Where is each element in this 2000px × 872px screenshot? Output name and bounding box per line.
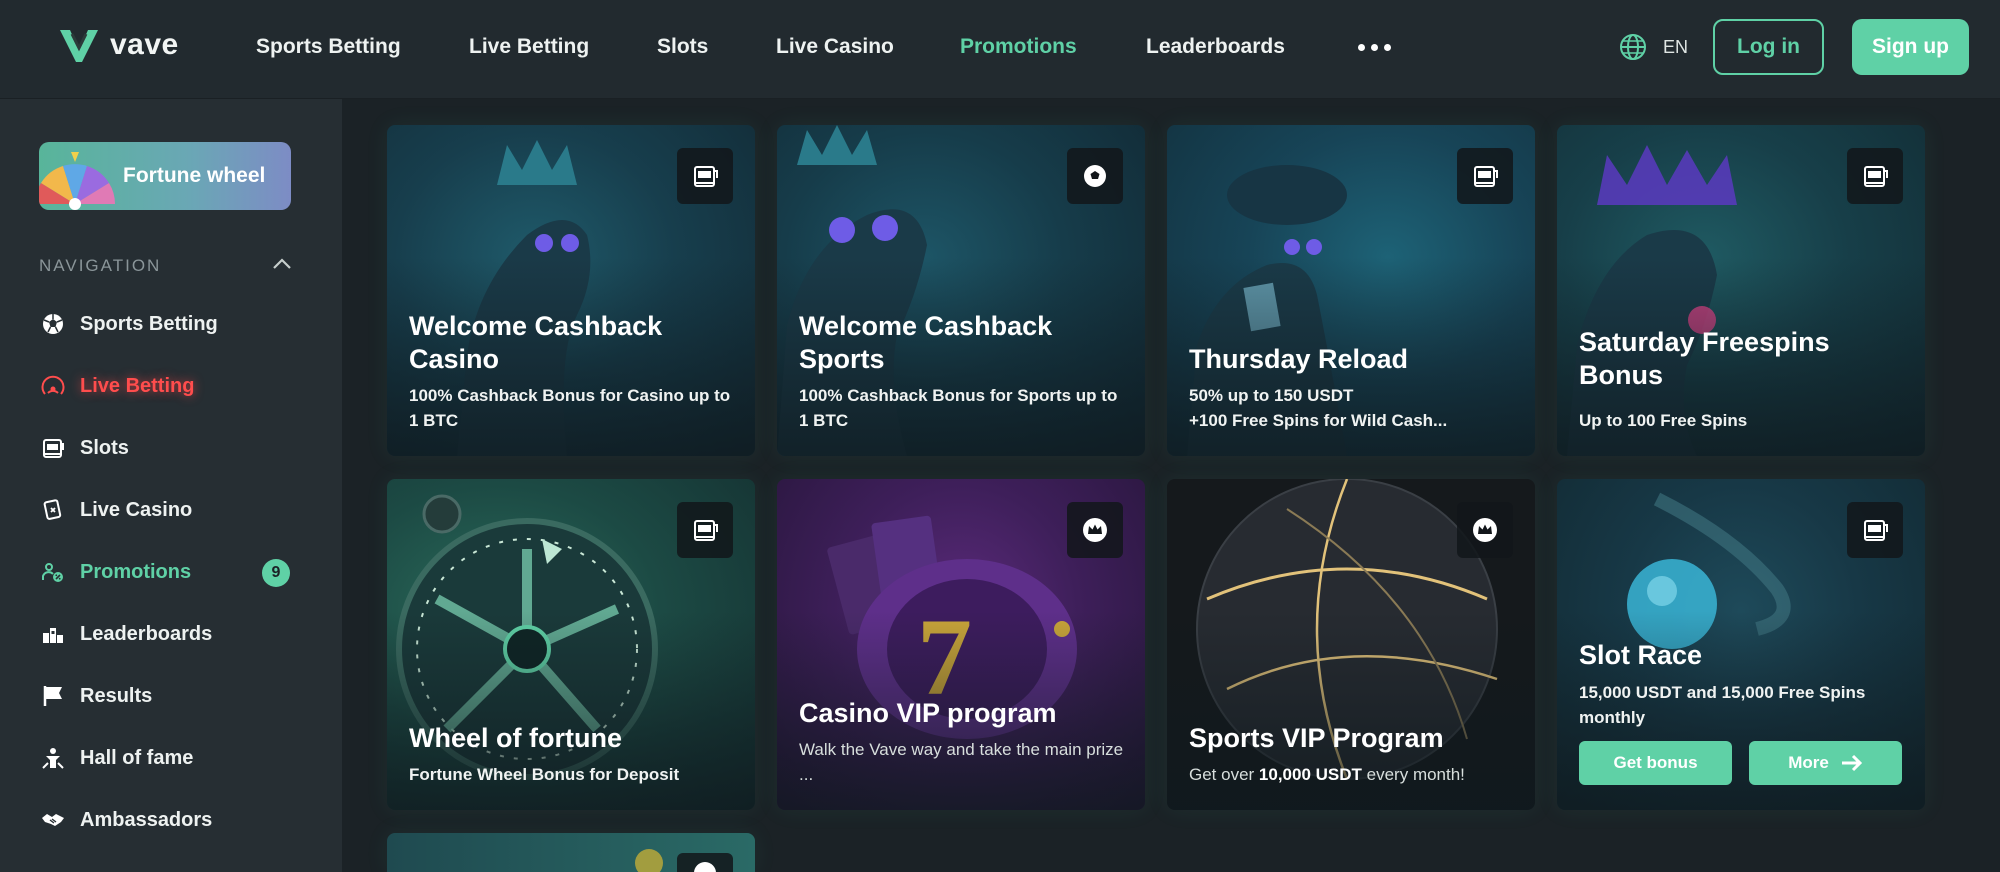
live-broadcast-icon [40, 373, 66, 399]
crown-icon [1457, 502, 1513, 558]
sidebar-item-label: Slots [80, 436, 129, 459]
sidebar-item-ambassadors[interactable]: Ambassadors [40, 804, 300, 836]
slot-machine-icon [677, 502, 733, 558]
promo-title: Casino VIP program [799, 698, 1057, 728]
fortune-wheel-label: Fortune wheel [123, 164, 266, 187]
globe-icon [1620, 34, 1646, 60]
promo-description: Up to 100 Free Spins [1579, 411, 1748, 430]
sidebar-item-label: Leaderboards [80, 622, 213, 645]
promo-title: Wheel of fortune [409, 723, 622, 753]
soccer-ball-icon [1067, 148, 1123, 204]
topnav-live-betting[interactable]: Live Betting [469, 35, 589, 59]
signup-button[interactable]: Sign up [1852, 19, 1969, 75]
sidebar-item-label: Hall of fame [80, 746, 194, 769]
arrow-right-icon [1841, 754, 1862, 772]
chevron-up-icon[interactable] [272, 257, 292, 271]
promo-gift-icon [40, 559, 66, 585]
sidebar-item-sports-betting[interactable]: Sports Betting [40, 308, 300, 340]
promo-description: Fortune Wheel Bonus for Deposit [409, 765, 680, 784]
topnav-leaderboards[interactable]: Leaderboards [1146, 35, 1285, 59]
promo-description-line1: 50% up to 150 USDT [1189, 386, 1354, 405]
promo-card-wheel-of-fortune[interactable]: Wheel of fortune Fortune Wheel Bonus for… [387, 479, 755, 810]
sidebar-item-label: Ambassadors [80, 808, 213, 831]
sidebar-item-results[interactable]: Results [40, 680, 300, 712]
topnav-sports-betting[interactable]: Sports Betting [256, 35, 401, 59]
promo-title: Sports VIP Program [1189, 723, 1444, 753]
promo-card-welcome-cashback-casino[interactable]: Welcome Cashback Casino 100% Cashback Bo… [387, 125, 755, 456]
promo-description: 100% Cashback Bonus for Casino up to 1 B… [409, 386, 731, 430]
top-header: vave Sports Betting Live Betting Slots L… [0, 0, 2000, 99]
promo-card-thursday-reload[interactable]: Thursday Reload 50% up to 150 USDT +100 … [1167, 125, 1535, 456]
promo-title: Welcome Cashback Sports [799, 311, 1053, 374]
trophy-person-icon [40, 745, 66, 771]
promo-description: 15,000 USDT and 15,000 Free Spins monthl… [1579, 683, 1866, 727]
fortune-wheel-button[interactable]: Fortune wheel [39, 142, 291, 210]
promo-description-line2: +100 Free Spins for Wild Cash... [1189, 411, 1448, 430]
promotions-count-badge: 9 [262, 559, 290, 587]
more-button[interactable]: More [1749, 741, 1902, 785]
sidebar-item-label: Promotions [80, 560, 192, 583]
promo-description: Walk the Vave way and take the main priz… [799, 740, 1124, 784]
more-button-label: More [1788, 753, 1829, 772]
promo-card-casino-vip[interactable]: 7 Casino VIP program Walk the Vave way a… [777, 479, 1145, 810]
promo-card-partial[interactable] [387, 833, 755, 872]
sidebar: Fortune wheel NAVIGATION Sports Betting … [0, 99, 342, 872]
promo-title: Welcome Cashback Casino [409, 311, 663, 374]
navigation-heading: NAVIGATION [39, 256, 162, 275]
sidebar-item-live-betting[interactable]: Live Betting [40, 370, 300, 402]
handshake-icon [40, 807, 66, 833]
sidebar-item-promotions[interactable]: Promotions 9 [40, 556, 300, 588]
promo-description: 100% Cashback Bonus for Sports up to 1 B… [799, 386, 1118, 430]
language-selector[interactable]: EN [1619, 33, 1688, 61]
sidebar-item-label: Sports Betting [80, 312, 218, 335]
topnav-promotions[interactable]: Promotions [960, 35, 1077, 59]
fortune-wheel-icon [39, 150, 119, 210]
more-dots-icon[interactable] [1358, 44, 1391, 51]
promo-description: Get over 10,000 USDT every month! [1189, 765, 1465, 784]
flag-icon [40, 683, 66, 709]
brand-logo[interactable]: vave [58, 26, 179, 64]
promo-title: Thursday Reload [1189, 344, 1409, 374]
sidebar-item-live-casino[interactable]: Live Casino [40, 494, 300, 526]
sidebar-item-slots[interactable]: Slots [40, 432, 300, 464]
topnav-slots[interactable]: Slots [657, 35, 708, 59]
promo-card-slot-race[interactable]: Slot Race 15,000 USDT and 15,000 Free Sp… [1557, 479, 1925, 810]
promo-card-saturday-freespins[interactable]: Saturday Freespins Bonus Up to 100 Free … [1557, 125, 1925, 456]
sidebar-item-hall-of-fame[interactable]: Hall of fame [40, 742, 300, 774]
slot-machine-icon [677, 148, 733, 204]
soccer-ball-icon [677, 853, 733, 872]
promo-card-welcome-cashback-sports[interactable]: Welcome Cashback Sports 100% Cashback Bo… [777, 125, 1145, 456]
slot-machine-icon [1847, 148, 1903, 204]
login-button[interactable]: Log in [1713, 19, 1824, 75]
card-chip-icon [40, 497, 66, 523]
get-bonus-button[interactable]: Get bonus [1579, 741, 1732, 785]
sidebar-item-leaderboards[interactable]: Leaderboards [40, 618, 300, 650]
leaderboard-icon [40, 621, 66, 647]
promo-card-sports-vip[interactable]: Sports VIP Program Get over 10,000 USDT … [1167, 479, 1535, 810]
soccer-ball-icon [40, 311, 66, 337]
sidebar-item-label: Results [80, 684, 153, 707]
vave-logo-icon [60, 30, 98, 62]
topnav-live-casino[interactable]: Live Casino [776, 35, 894, 59]
sidebar-item-label: Live Betting [80, 374, 195, 397]
slot-machine-icon [1847, 502, 1903, 558]
sidebar-item-label: Live Casino [80, 498, 193, 521]
crown-icon [1067, 502, 1123, 558]
language-code: EN [1663, 36, 1689, 57]
slot-machine-icon [40, 435, 66, 461]
slot-machine-icon [1457, 148, 1513, 204]
promo-title: Slot Race [1579, 640, 1703, 670]
promo-title: Saturday Freespins Bonus [1579, 327, 1830, 390]
brand-name: vave [110, 28, 179, 61]
